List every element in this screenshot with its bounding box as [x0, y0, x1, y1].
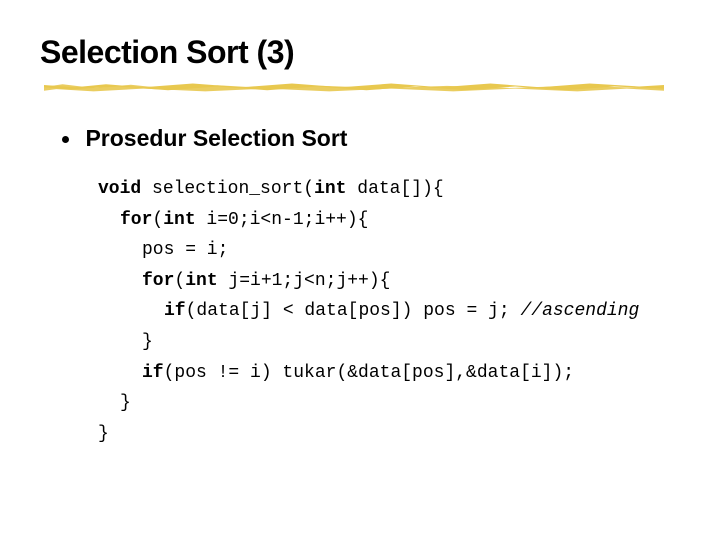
code-line-5: } — [142, 327, 720, 358]
kw-void: void — [98, 179, 141, 199]
kw-if2: if — [142, 363, 164, 383]
title-underline — [44, 79, 664, 97]
kw-for1: for — [120, 210, 152, 230]
code-line-0-rest: selection_sort(int data[]){ — [152, 179, 444, 199]
slide-title: Selection Sort (3) — [40, 34, 720, 71]
kw-for2: for — [142, 271, 174, 291]
bullet-icon — [62, 136, 69, 143]
code-line-7: } — [120, 388, 720, 419]
code-line-2: pos = i; — [142, 235, 720, 266]
kw-if1: if — [164, 301, 186, 321]
subtitle-row: Prosedur Selection Sort — [62, 125, 720, 152]
code-block: void selection_sort(int data[]){ for(int… — [98, 174, 720, 449]
subtitle-text: Prosedur Selection Sort — [85, 125, 347, 151]
code-line-8: } — [98, 419, 720, 450]
code-comment: //ascending — [520, 301, 639, 321]
